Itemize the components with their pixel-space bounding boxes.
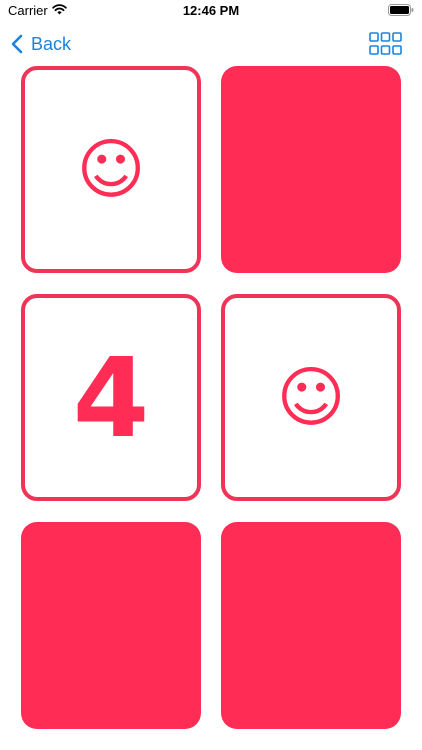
memory-card-2[interactable] xyxy=(221,66,401,273)
card-symbol: 4 xyxy=(72,333,150,462)
card-symbol: ☺ xyxy=(76,130,146,208)
memory-card-1[interactable]: ☺ xyxy=(21,66,201,273)
memory-card-5[interactable] xyxy=(21,522,201,729)
memory-card-6[interactable] xyxy=(221,522,401,729)
memory-card-3[interactable]: 4 xyxy=(21,294,201,501)
memory-card-4[interactable]: ☺ xyxy=(221,294,401,501)
card-grid: ☺ 4 ☺ xyxy=(0,0,422,750)
memory-game-screen: Carrier 12:46 PM Back ☺ 4 ☺ xyxy=(0,0,422,750)
card-symbol: ☺ xyxy=(276,358,346,436)
